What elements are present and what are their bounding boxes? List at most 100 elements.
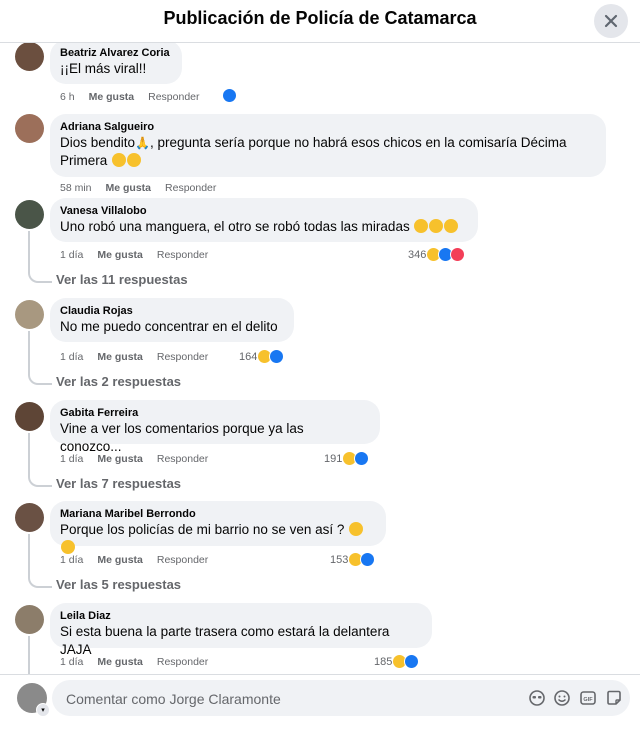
like-button[interactable]: Me gusta <box>89 91 135 103</box>
comment-time[interactable]: 1 día <box>60 656 83 668</box>
like-button[interactable]: Me gusta <box>97 249 143 261</box>
comment-time[interactable]: 1 día <box>60 351 83 363</box>
comment-text: Si esta buena la parte trasera como esta… <box>60 624 390 657</box>
comment-actions: 1 día Me gusta Responder <box>60 453 222 465</box>
comment-author[interactable]: Mariana Maribel Berrondo <box>60 507 374 521</box>
sticker-icon[interactable] <box>605 689 623 707</box>
thread-line <box>28 534 52 588</box>
comment-text: Dios bendito🙏, pregunta sería porque no … <box>60 134 594 170</box>
reaction-summary[interactable]: 185 <box>374 654 420 669</box>
reaction-summary[interactable]: 164 <box>239 349 285 364</box>
like-reaction-icon <box>360 552 376 567</box>
comment-text: Uno robó una manguera, el otro se robó t… <box>60 218 466 236</box>
avatar[interactable] <box>15 300 44 329</box>
comment-time[interactable]: 1 día <box>60 249 83 261</box>
comment-author[interactable]: Beatriz Alvarez Coria <box>60 46 170 60</box>
chevron-down-icon[interactable]: ▾ <box>36 703 50 717</box>
comment-time[interactable]: 6 h <box>60 91 75 103</box>
comment-author[interactable]: Adriana Salgueiro <box>60 120 594 134</box>
comment-bubble: Leila Diaz Si esta buena la parte traser… <box>50 603 432 657</box>
thread-line <box>28 636 52 674</box>
avatar[interactable] <box>15 42 44 71</box>
like-button[interactable]: Me gusta <box>97 351 143 363</box>
reply-button[interactable]: Responder <box>157 351 208 363</box>
avatar[interactable] <box>15 402 44 431</box>
like-button[interactable]: Me gusta <box>97 554 143 566</box>
comment-bubble: Claudia Rojas No me puedo concentrar en … <box>50 298 294 342</box>
reply-button[interactable]: Responder <box>157 656 208 668</box>
reply-button[interactable]: Responder <box>157 554 208 566</box>
emoji <box>349 522 364 536</box>
comment-bubble: Mariana Maribel Berrondo Porque los poli… <box>50 501 386 554</box>
thread-line <box>28 433 52 487</box>
like-reaction-icon <box>354 451 370 466</box>
reaction-summary[interactable]: 191 <box>324 451 370 466</box>
svg-text:GIF: GIF <box>583 697 593 703</box>
comment-text-part: Primera <box>60 153 108 168</box>
comment-text-part: , pregunta sería porque no habrá esos ch… <box>150 135 567 150</box>
thread-line <box>28 331 52 385</box>
comment-input[interactable] <box>64 680 508 718</box>
comment-author[interactable]: Vanesa Villalobo <box>60 204 466 218</box>
emoji <box>112 153 127 167</box>
reply-button[interactable]: Responder <box>157 249 208 261</box>
comment-actions: 1 día Me gusta Responder <box>60 656 222 668</box>
like-button[interactable]: Me gusta <box>97 453 143 465</box>
emoji-icon[interactable] <box>553 689 571 707</box>
close-button[interactable] <box>594 4 628 38</box>
comment-text: No me puedo concentrar en el delito <box>60 319 278 334</box>
like-button[interactable]: Me gusta <box>97 656 143 668</box>
reaction-count: 153 <box>330 553 349 566</box>
reaction-count: 191 <box>324 452 343 465</box>
view-replies-link[interactable]: Ver las 2 respuestas <box>56 374 181 389</box>
comment-text-part: Uno robó una manguera, el otro se robó t… <box>60 219 410 234</box>
avatar-sticker-icon[interactable] <box>528 689 546 707</box>
gif-icon[interactable]: GIF <box>579 689 597 707</box>
avatar[interactable] <box>15 503 44 532</box>
comment-actions: 58 min Me gusta Responder <box>60 182 230 194</box>
reaction-summary[interactable]: 153 <box>330 552 376 567</box>
comment-author[interactable]: Leila Diaz <box>60 609 420 623</box>
view-replies-link[interactable]: Ver las 11 respuestas <box>56 272 188 287</box>
comment-actions: 6 h Me gusta Responder <box>60 91 214 103</box>
like-button[interactable]: Me gusta <box>106 182 152 194</box>
reaction-summary[interactable] <box>222 88 237 103</box>
comment-text: ¡¡El más viral!! <box>60 61 147 76</box>
comment-bubble: Beatriz Alvarez Coria ¡¡El más viral!! <box>50 42 182 84</box>
emoji <box>414 219 429 233</box>
comment-text-part: Dios bendito <box>60 135 136 150</box>
comment-time[interactable]: 58 min <box>60 182 92 194</box>
comment-bubble: Gabita Ferreira Vine a ver los comentari… <box>50 400 380 454</box>
reply-button[interactable]: Responder <box>148 91 199 103</box>
reply-button[interactable]: Responder <box>165 182 216 194</box>
emoji <box>61 540 75 554</box>
comment-composer: ▾ GIF <box>0 674 640 732</box>
comment-text: Vine a ver los comentarios porque ya las… <box>60 421 304 454</box>
reaction-count: 346 <box>408 248 427 261</box>
reaction-count: 185 <box>374 655 393 668</box>
avatar[interactable] <box>15 200 44 229</box>
comment-bubble: Vanesa Villalobo Uno robó una manguera, … <box>50 198 478 242</box>
like-reaction-icon <box>404 654 420 669</box>
view-replies-link[interactable]: Ver las 5 respuestas <box>56 577 181 592</box>
comment-author[interactable]: Claudia Rojas <box>60 304 282 318</box>
comments-list[interactable]: Beatriz Alvarez Coria ¡¡El más viral!! 6… <box>0 42 640 674</box>
comment-author[interactable]: Gabita Ferreira <box>60 406 368 420</box>
comment-input-box[interactable]: GIF <box>52 680 630 718</box>
dialog-title: Publicación de Policía de Catamarca <box>163 8 477 28</box>
emoji <box>429 219 444 233</box>
dialog-header: Publicación de Policía de Catamarca <box>0 0 640 43</box>
comment-actions: 1 día Me gusta Responder <box>60 249 222 261</box>
reaction-summary[interactable]: 346 <box>408 247 466 262</box>
view-replies-link[interactable]: Ver las 7 respuestas <box>56 476 181 491</box>
comment-time[interactable]: 1 día <box>60 554 83 566</box>
thread-line <box>28 231 52 283</box>
close-icon <box>604 14 618 28</box>
comment-time[interactable]: 1 día <box>60 453 83 465</box>
avatar[interactable] <box>15 114 44 143</box>
comment-bubble: Adriana Salgueiro Dios bendito🙏, pregunt… <box>50 114 606 177</box>
avatar[interactable] <box>15 605 44 634</box>
comment-text: Porque los policías de mi barrio no se v… <box>60 521 374 557</box>
reply-button[interactable]: Responder <box>157 453 208 465</box>
praying-hands-emoji: 🙏 <box>135 136 151 150</box>
